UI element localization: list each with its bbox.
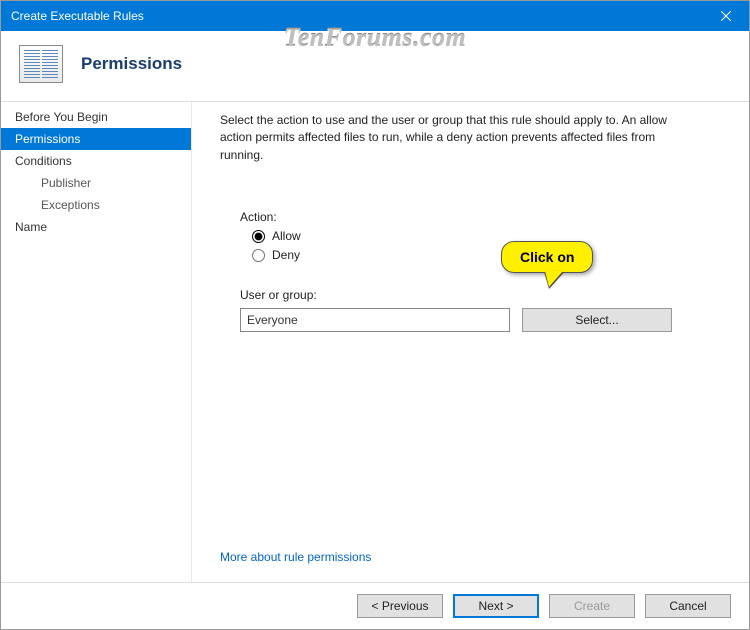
intro-text: Select the action to use and the user or… [220, 112, 700, 164]
wizard-content: Select the action to use and the user or… [191, 102, 749, 582]
allow-radio[interactable] [252, 230, 265, 243]
help-link[interactable]: More about rule permissions [220, 550, 719, 564]
window-title: Create Executable Rules [11, 9, 144, 23]
sidebar-item-permissions[interactable]: Permissions [1, 128, 191, 150]
cancel-button[interactable]: Cancel [645, 594, 731, 618]
sidebar-item-publisher[interactable]: Publisher [1, 172, 191, 194]
deny-radio[interactable] [252, 249, 265, 262]
allow-radio-row[interactable]: Allow [252, 229, 719, 243]
close-button[interactable] [703, 1, 749, 31]
next-button[interactable]: Next > [453, 594, 539, 618]
create-button: Create [549, 594, 635, 618]
document-icon [19, 45, 63, 83]
close-icon [721, 11, 731, 21]
user-group-label: User or group: [240, 288, 719, 302]
previous-button[interactable]: < Previous [357, 594, 443, 618]
deny-radio-label: Deny [272, 248, 300, 262]
user-group-field[interactable] [240, 308, 510, 332]
allow-radio-label: Allow [272, 229, 301, 243]
wizard-sidebar: Before You Begin Permissions Conditions … [1, 102, 191, 582]
sidebar-item-exceptions[interactable]: Exceptions [1, 194, 191, 216]
title-bar: Create Executable Rules [1, 1, 749, 31]
wizard-header: Permissions [1, 31, 749, 102]
sidebar-item-name[interactable]: Name [1, 216, 191, 238]
deny-radio-row[interactable]: Deny [252, 248, 719, 262]
action-label: Action: [240, 210, 719, 224]
select-button[interactable]: Select... [522, 308, 672, 332]
sidebar-item-before-you-begin[interactable]: Before You Begin [1, 106, 191, 128]
page-title: Permissions [81, 54, 182, 74]
wizard-footer: < Previous Next > Create Cancel [1, 582, 749, 628]
sidebar-item-conditions[interactable]: Conditions [1, 150, 191, 172]
